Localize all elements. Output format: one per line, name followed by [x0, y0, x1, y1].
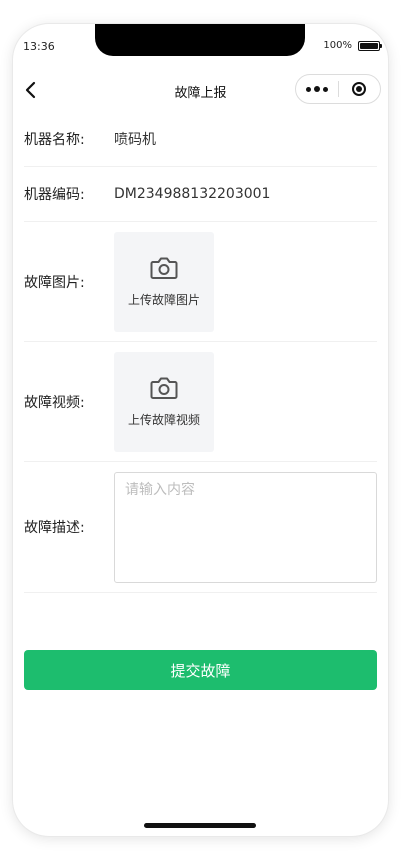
camera-icon — [150, 377, 178, 399]
phone-frame: 13:36 100% 故障上报 机器名称: 喷码机 机器编码: DM234988… — [13, 24, 388, 836]
navbar: 故障上报 — [13, 68, 388, 112]
status-time: 13:36 — [23, 40, 55, 53]
machine-code-row: 机器编码: DM234988132203001 — [24, 167, 377, 222]
fault-report-form: 机器名称: 喷码机 机器编码: DM234988132203001 故障图片: … — [24, 112, 377, 593]
capsule-menu — [295, 74, 381, 104]
notch — [95, 24, 305, 56]
fault-image-row: 故障图片: 上传故障图片 — [24, 222, 377, 342]
upload-video-label: 上传故障视频 — [127, 413, 200, 427]
submit-fault-button[interactable]: 提交故障 — [24, 650, 377, 690]
fault-video-row: 故障视频: 上传故障视频 — [24, 342, 377, 462]
machine-code-label: 机器编码: — [24, 187, 85, 203]
upload-video-button[interactable]: 上传故障视频 — [114, 351, 214, 452]
fault-image-label: 故障图片: — [24, 274, 85, 291]
fault-desc-row: 故障描述: — [24, 462, 377, 593]
battery-percent: 100% — [323, 40, 352, 51]
machine-name-value: 喷码机 — [114, 132, 156, 148]
upload-image-label: 上传故障图片 — [127, 293, 200, 307]
machine-name-row: 机器名称: 喷码机 — [24, 112, 377, 167]
machine-code-value: DM234988132203001 — [114, 186, 271, 202]
home-indicator — [144, 823, 256, 828]
fault-desc-input[interactable] — [114, 471, 377, 583]
target-icon[interactable] — [339, 75, 380, 103]
fault-video-label: 故障视频: — [24, 394, 85, 411]
more-dots-icon[interactable] — [296, 75, 338, 103]
fault-desc-label: 故障描述: — [24, 520, 85, 536]
machine-name-label: 机器名称: — [24, 132, 85, 148]
battery-icon — [358, 40, 382, 51]
status-right: 100% — [323, 40, 382, 51]
upload-image-button[interactable]: 上传故障图片 — [114, 231, 214, 332]
camera-icon — [150, 257, 178, 279]
